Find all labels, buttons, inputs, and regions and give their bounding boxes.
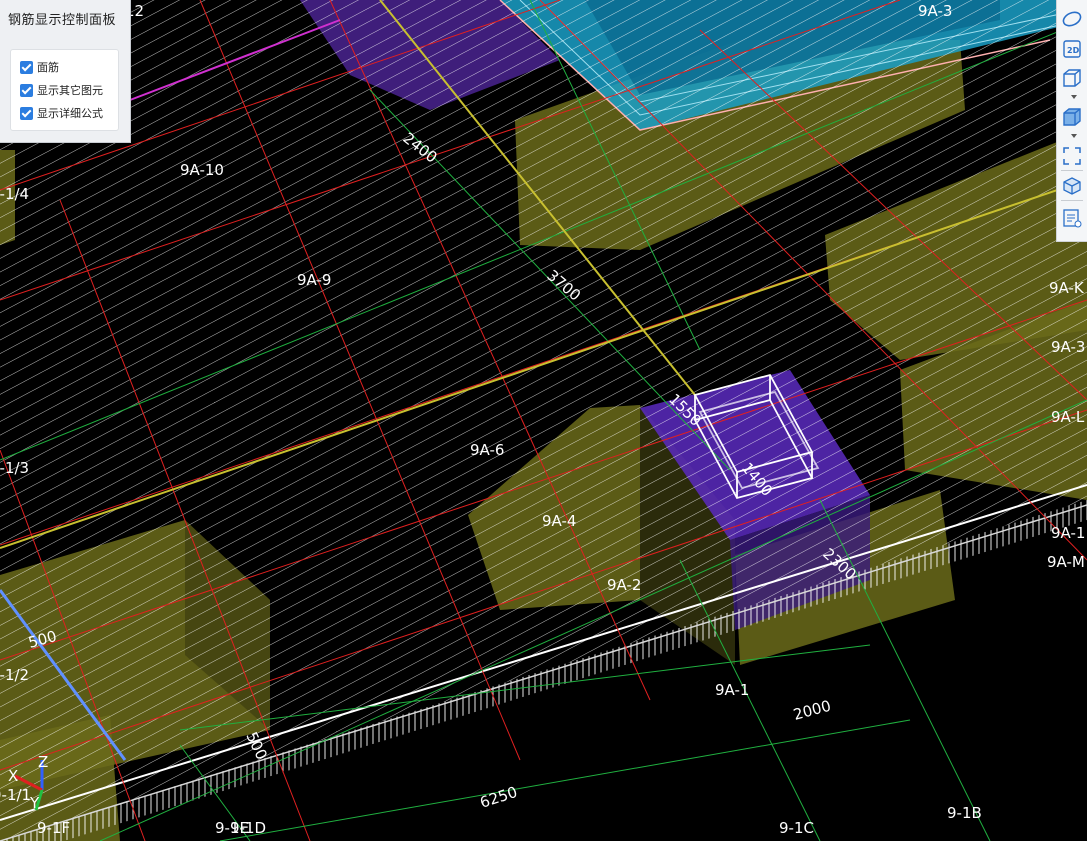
axis-label: 9-1/2 — [0, 666, 29, 684]
option-show-other-elements[interactable]: 显示其它图元 — [20, 82, 103, 98]
axis-label: 9A-1 — [715, 681, 749, 699]
option-top-rebar[interactable]: 面筋 — [20, 59, 59, 75]
option-label: 面筋 — [37, 61, 59, 74]
axis-label: 9A-2 — [607, 576, 641, 594]
fit-view-icon[interactable] — [1061, 145, 1083, 167]
cube-shaded-icon[interactable] — [1061, 106, 1083, 128]
checkbox-checked[interactable] — [20, 60, 33, 74]
svg-text:Z: Z — [38, 753, 48, 771]
checkbox-checked[interactable] — [20, 83, 33, 97]
checkbox-checked[interactable] — [20, 106, 33, 120]
axis-label: 9A-3 — [1051, 338, 1085, 356]
svg-text:2D: 2D — [1067, 46, 1080, 55]
axis-label: 9A-9 — [297, 271, 331, 289]
axis-label: 9-1/1 — [0, 786, 31, 804]
view-toolbar: 2D — [1056, 0, 1087, 242]
option-show-detailed-formula[interactable]: 显示详细公式 — [20, 105, 103, 121]
axis-label: 9A-3 — [918, 2, 952, 20]
axis-label: 9A-K — [1049, 279, 1085, 297]
toolbar-divider — [1061, 170, 1083, 171]
cube-outline-icon[interactable] — [1061, 67, 1083, 89]
axis-label: 9A-M — [1047, 553, 1085, 571]
option-label: 显示其它图元 — [37, 84, 103, 97]
axis-label: 9A-4 — [542, 512, 576, 530]
option-label: 显示详细公式 — [37, 107, 103, 120]
axis-label: 9A-10 — [180, 161, 224, 179]
3d-viewport[interactable]: Z X Y 12 9A-3 9A-10 9-1/4 9A-9 9A-K 9A-3… — [0, 0, 1087, 841]
axis-label: 9A-L — [1051, 408, 1085, 426]
list-view-icon[interactable] — [1061, 207, 1083, 229]
axis-label: 9A-6 — [470, 441, 504, 459]
ellipse-icon[interactable] — [1061, 8, 1083, 30]
svg-text:X: X — [8, 767, 18, 785]
toolbar-divider — [1061, 200, 1083, 201]
axis-label: 9-1F — [37, 819, 70, 837]
axis-label: 9-1/3 — [0, 459, 29, 477]
chevron-down-icon[interactable] — [1071, 134, 1077, 138]
axis-label: 9-1B — [947, 804, 982, 822]
axis-label: 9-1D — [230, 819, 266, 837]
axis-label: 9-1/4 — [0, 185, 29, 203]
axis-label: 9-1C — [779, 819, 814, 837]
2d-view-icon[interactable]: 2D — [1061, 38, 1083, 60]
chevron-down-icon[interactable] — [1071, 95, 1077, 99]
axis-label: 9A-1 — [1051, 524, 1085, 542]
panel-options-box: 面筋 显示其它图元 显示详细公式 — [10, 49, 119, 131]
cube-3d-icon[interactable] — [1061, 175, 1083, 197]
panel-title: 钢筋显示控制面板 — [8, 13, 117, 28]
rebar-display-control-panel: 钢筋显示控制面板 面筋 显示其它图元 显示详细公式 — [0, 0, 131, 143]
